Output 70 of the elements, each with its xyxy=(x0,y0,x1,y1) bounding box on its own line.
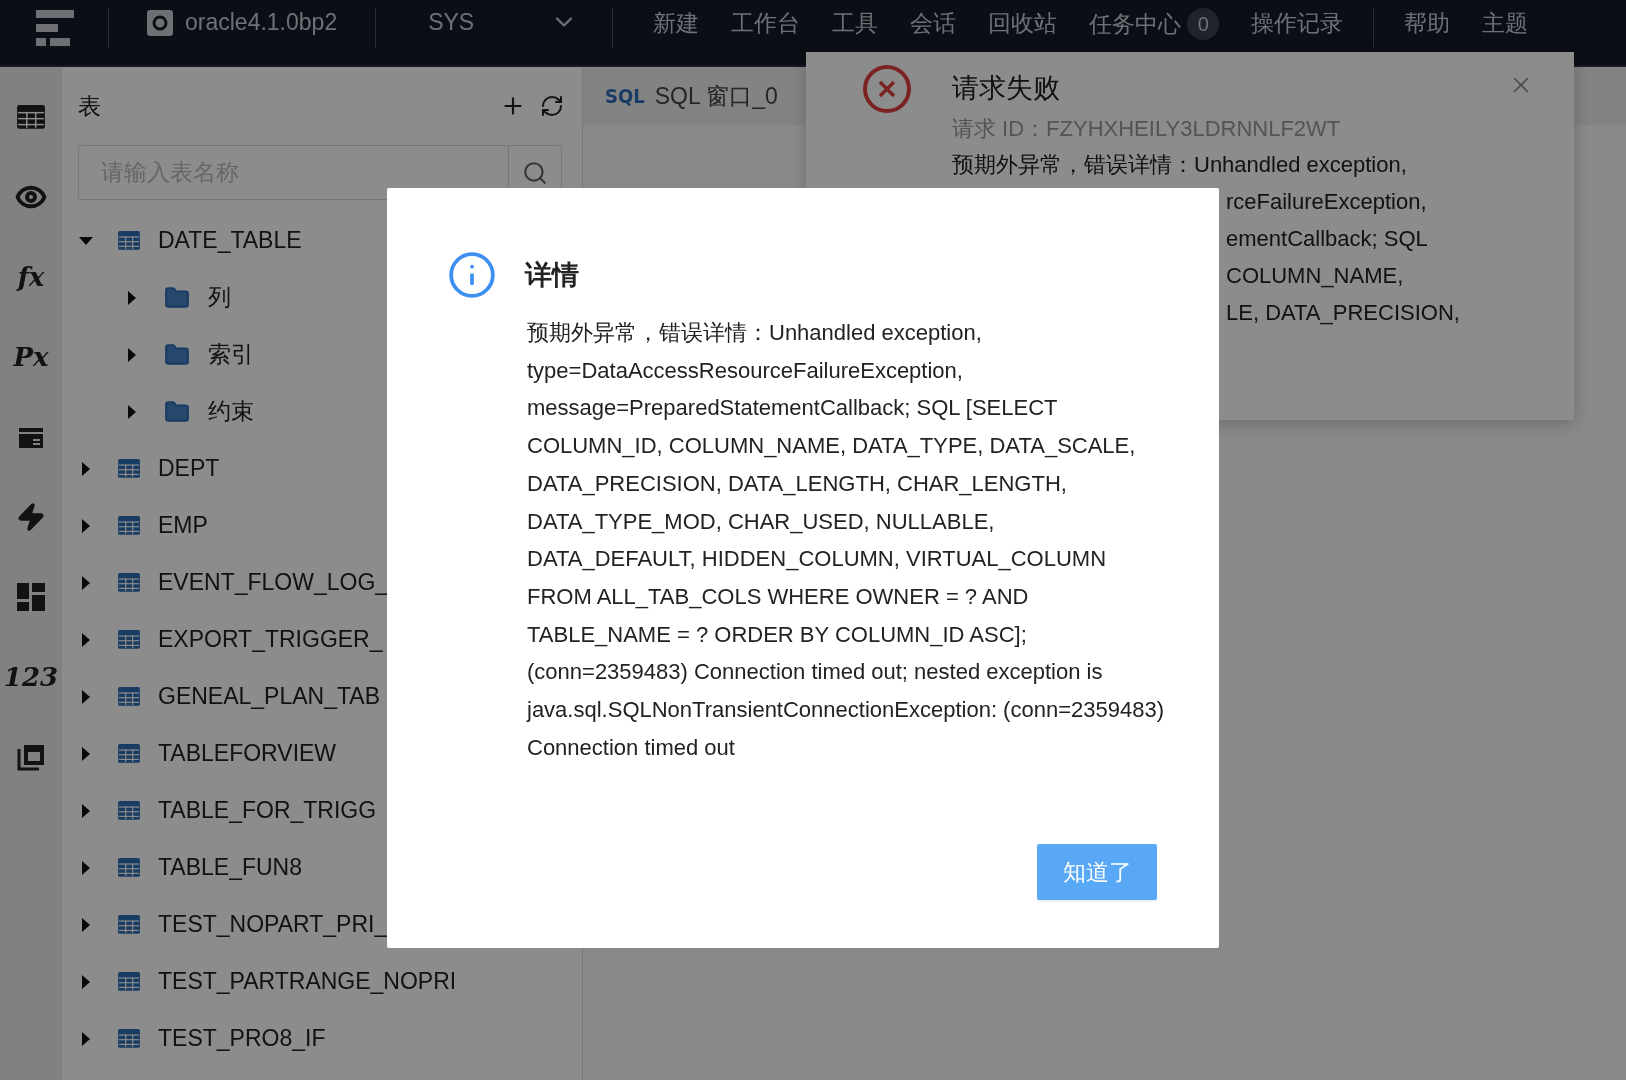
tree-item[interactable]: EXPORT_TRIGGER_ xyxy=(158,626,383,653)
table-grid-icon xyxy=(118,1029,140,1048)
folder-icon xyxy=(164,341,190,368)
tree-item[interactable]: EMP xyxy=(158,512,208,539)
table-grid-icon xyxy=(118,573,140,592)
error-text: rceFailureException, xyxy=(1226,188,1428,216)
error-message: 预期外异常，错误详情：Unhandled exception, type=DataAccessResourceFailureException, message=PreparedStatementCallback; SQL [SELECT COLUMN_ID, COLUMN_NAME, DATA_TYPE, DATA_SCALE, DATA_PRECISION, DATA_LENGTH, CHAR_LENGTH, DATA_TYPE_MOD, CHAR_USED, NULLABLE, DATA_DEFAULT, HIDDEN_COLUMN, VIRTUAL_COLUMN FROM ALL_TAB_COLS WHERE OWNER = ? AND TABLE_NAME = ? ORDER BY COLUMN_ID ASC]; (conn=2359483) Connection timed out; nested exception is java.sql.SQLNonTransientConnectionException: (conn=2359483) Connection timed out xyxy=(527,319,1165,762)
rail-glyph: 123 xyxy=(3,662,59,692)
nav-item[interactable]: 工具 xyxy=(832,8,879,39)
tree-item[interactable]: TABLE_FUN8 xyxy=(158,854,302,881)
error-text: COLUMN_NAME, xyxy=(1226,262,1405,290)
table-grid-icon xyxy=(118,858,140,877)
notification-title: 请求失败 xyxy=(952,72,1061,105)
stacked-windows-icon xyxy=(17,743,45,771)
table-grid-icon xyxy=(118,915,140,934)
sql-icon: SQL xyxy=(605,84,645,108)
refresh-button[interactable] xyxy=(540,94,564,118)
table-grid-icon xyxy=(118,972,140,991)
tree-item[interactable]: 约束 xyxy=(208,396,254,427)
connection-selector[interactable]: oracle4.1.0bp2 xyxy=(141,8,344,37)
tree-item[interactable]: TEST_PARTRANGE_NOPRI xyxy=(158,968,457,995)
ok-button[interactable]: 知道了 xyxy=(1037,844,1157,900)
tree-item[interactable]: DEPT xyxy=(158,455,220,482)
table-grid-icon xyxy=(118,744,140,763)
table-grid-icon xyxy=(118,516,140,535)
nav-item[interactable]: 新建 xyxy=(653,8,700,39)
rail-button[interactable]: Px xyxy=(0,317,62,397)
table-grid-icon xyxy=(17,105,45,129)
error-text: 预期外异常，错误详情：Unhandled exception, xyxy=(952,151,1408,179)
tree-item[interactable]: 索引 xyxy=(208,339,254,370)
rail-button[interactable]: 123 xyxy=(0,637,62,717)
rail-glyph: Px xyxy=(13,342,49,372)
tree-item[interactable]: TEST_NOPART_PRI_ xyxy=(158,911,388,938)
lightning-icon xyxy=(16,502,46,532)
tree-item[interactable]: DATE_TABLE xyxy=(158,227,302,254)
dashboard-icon xyxy=(17,583,45,611)
folder-icon xyxy=(164,284,190,311)
nav-item[interactable]: 主题 xyxy=(1482,8,1529,39)
nav-item[interactable]: 回收站 xyxy=(988,8,1058,39)
table-grid-icon xyxy=(118,687,140,706)
folder-icon xyxy=(164,398,190,425)
nav-item[interactable]: 任务中心 0 xyxy=(1089,8,1220,40)
request-id: 请求 ID：FZYHXHEILY3LDRNNLF2WT xyxy=(952,115,1342,143)
count-badge: 0 xyxy=(1187,8,1220,40)
search-icon xyxy=(522,159,548,186)
tree-item[interactable]: GENEAL_PLAN_TAB xyxy=(158,683,380,710)
panel-title: 表 xyxy=(78,91,102,121)
error-icon xyxy=(862,64,912,114)
error-text: LE, DATA_PRECISION, xyxy=(1226,299,1460,327)
tree-item[interactable]: TEST_PRO8_IF xyxy=(158,1025,326,1052)
nav-item[interactable]: 工作台 xyxy=(731,8,801,39)
table-grid-icon xyxy=(118,459,140,478)
table-grid-icon xyxy=(118,630,140,649)
nav-item[interactable]: 会话 xyxy=(910,8,957,39)
app-logo-icon xyxy=(36,8,76,48)
database-icon xyxy=(147,9,173,36)
tree-item[interactable]: 列 xyxy=(208,282,231,313)
rail-button[interactable]: fx xyxy=(0,237,62,317)
user-selector[interactable]: SYS xyxy=(408,8,589,36)
info-icon xyxy=(447,250,497,300)
nav-item[interactable]: 操作记录 xyxy=(1251,8,1344,39)
tree-item[interactable]: TABLEFORVIEW xyxy=(158,740,337,767)
table-grid-icon xyxy=(118,801,140,820)
error-text: ementCallback; SQL xyxy=(1226,225,1429,253)
nav-item[interactable]: 帮助 xyxy=(1404,8,1451,39)
rail-glyph: fx xyxy=(17,262,45,292)
tree-item[interactable]: EVENT_FLOW_LOG_ xyxy=(158,569,389,596)
dialog-title: 详情 xyxy=(525,259,579,292)
tree-item[interactable]: TABLE_FOR_TRIGG xyxy=(158,797,377,824)
table-grid-icon xyxy=(118,231,140,250)
